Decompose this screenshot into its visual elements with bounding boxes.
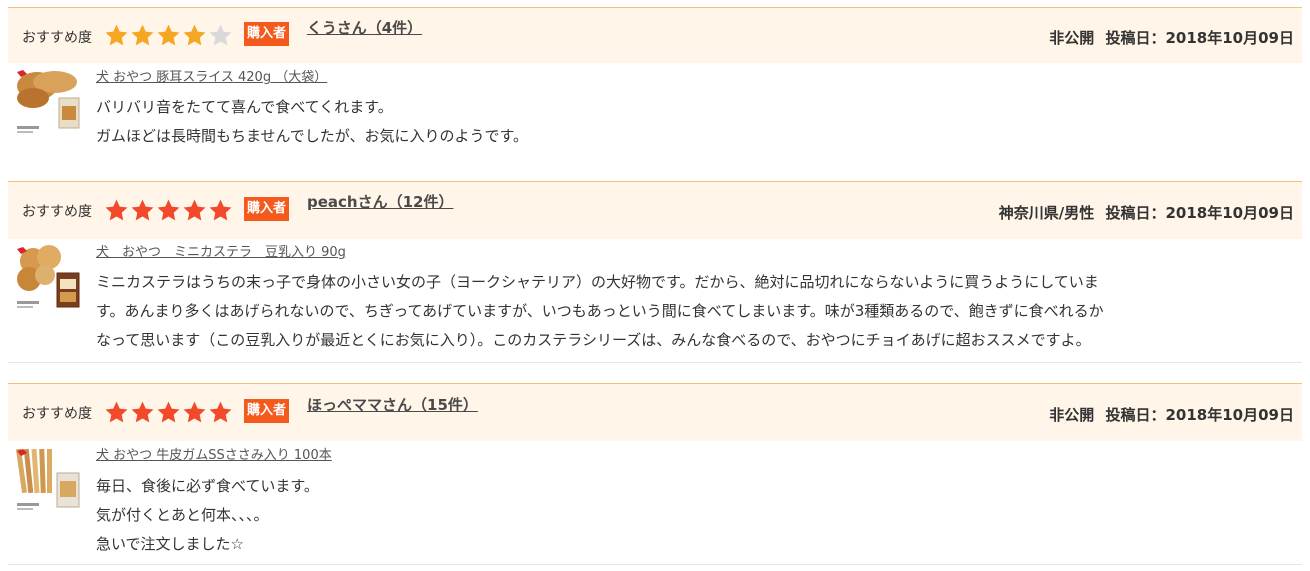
star-filled-icon [131, 24, 154, 46]
star-filled-icon [131, 401, 154, 423]
star-filled-icon [209, 199, 232, 221]
purchaser-badge: 購入者 [244, 22, 290, 46]
product-thumbnail[interactable] [15, 68, 83, 136]
star-filled-icon [157, 24, 180, 46]
rating-stars [104, 400, 233, 425]
star-filled-icon [105, 199, 128, 221]
star-filled-icon [157, 199, 180, 221]
star-filled-icon [183, 24, 206, 46]
review-divider [8, 362, 1302, 363]
review-body: 毎日、食後に必ず食べています。 気が付くとあと何本、、、。 急いで注文しました☆ [96, 472, 1294, 559]
review-meta: 神奈川県/男性 投稿日：2018年10月09日 [999, 202, 1294, 223]
purchaser-badge: 購入者 [244, 399, 290, 423]
recommend-label: おすすめ度 [22, 30, 92, 46]
rating-stars [104, 198, 233, 223]
reviewer-link[interactable]: くうさん（4件） [307, 17, 422, 38]
review-text-line: 毎日、食後に必ず食べています。 [96, 477, 319, 495]
product-thumbnail[interactable] [15, 447, 83, 515]
reviewer-location: 非公開 [1049, 406, 1095, 424]
star-filled-icon [183, 199, 206, 221]
review-meta: 非公開 投稿日：2018年10月09日 [1049, 404, 1294, 425]
review-text-line: なって思います（この豆乳入りが最近とくにお気に入り）。このカステラシリーズは、み… [96, 331, 1091, 349]
review-divider [8, 564, 1302, 565]
posted-date: 投稿日：2018年10月09日 [1105, 204, 1295, 222]
posted-date: 投稿日：2018年10月09日 [1105, 406, 1295, 424]
star-filled-icon [209, 401, 232, 423]
reviewer-link[interactable]: ほっぺママさん（15件） [307, 394, 478, 415]
purchaser-badge: 購入者 [244, 197, 290, 221]
review-text-line: 急いで注文しました☆ [96, 535, 244, 553]
review-header: おすすめ度 購入者 peachさん（12件） 神奈川県/男性 投稿日：2018年… [8, 181, 1302, 239]
reviewer-location: 神奈川県/男性 [998, 204, 1095, 222]
review-text-line: バリバリ音をたてて喜んで食べてくれます。 [96, 98, 393, 116]
review-body: ミニカステラはうちの末っ子で身体の小さい女の子（ヨークシャテリア）の大好物です。… [96, 268, 1294, 355]
review-body: バリバリ音をたてて喜んで食べてくれます。 ガムほどは長時間もちませんでしたが、お… [96, 93, 1294, 151]
review-header: おすすめ度 購入者 ほっぺママさん（15件） 非公開 投稿日：2018年10月0… [8, 383, 1302, 441]
star-filled-icon [131, 199, 154, 221]
recommend-label: おすすめ度 [22, 204, 92, 220]
posted-date: 投稿日：2018年10月09日 [1105, 29, 1295, 47]
review-text-line: ガムほどは長時間もちませんでしたが、お気に入りのようです。 [96, 127, 529, 145]
star-filled-icon [183, 401, 206, 423]
star-filled-icon [105, 401, 128, 423]
product-name-link[interactable]: 犬 おやつ 豚耳スライス 420g （大袋） [96, 66, 327, 85]
review-text-line: す。あんまり多くはあげられないので、ちぎってあげていますが、いつもあっという間に… [96, 302, 1104, 320]
product-name-link[interactable]: 犬 おやつ ミニカステラ 豆乳入り 90g [96, 241, 346, 260]
star-empty-icon [209, 24, 232, 46]
review-text-line: ミニカステラはうちの末っ子で身体の小さい女の子（ヨークシャテリア）の大好物です。… [96, 273, 1099, 291]
review-text-line: 気が付くとあと何本、、、。 [96, 506, 269, 524]
rating-stars [104, 23, 233, 48]
product-thumbnail[interactable] [15, 245, 83, 313]
review-header: おすすめ度 購入者 くうさん（4件） 非公開 投稿日：2018年10月09日 [8, 7, 1302, 63]
reviewer-location: 非公開 [1049, 29, 1095, 47]
review-list: おすすめ度 購入者 くうさん（4件） 非公開 投稿日：2018年10月09日 犬… [0, 0, 1310, 571]
review-meta: 非公開 投稿日：2018年10月09日 [1049, 27, 1294, 48]
star-filled-icon [157, 401, 180, 423]
product-name-link[interactable]: 犬 おやつ 牛皮ガムSSささみ入り 100本 [96, 444, 332, 463]
recommend-label: おすすめ度 [22, 406, 92, 422]
star-filled-icon [105, 24, 128, 46]
reviewer-link[interactable]: peachさん（12件） [307, 191, 453, 212]
